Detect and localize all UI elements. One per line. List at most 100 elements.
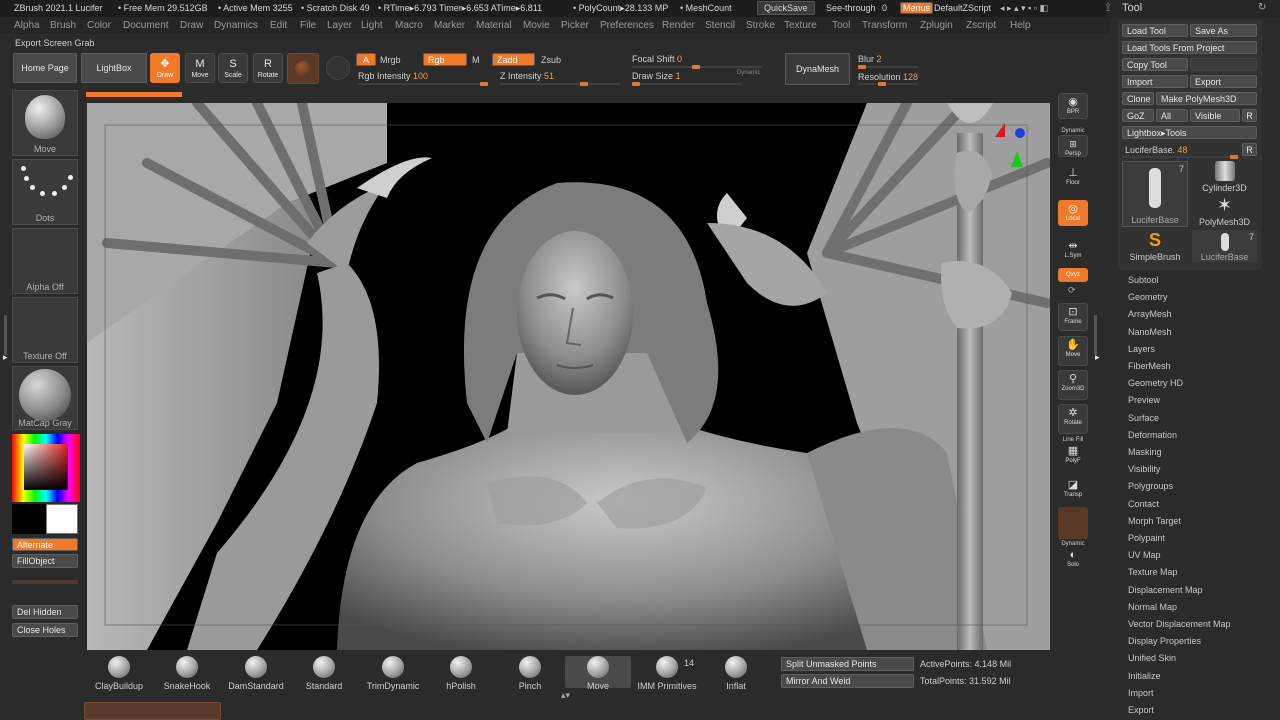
brush-hpolish[interactable]: hPolish xyxy=(426,656,496,691)
export-button[interactable]: Export xyxy=(1190,75,1257,88)
subpalette-fibermesh[interactable]: FiberMesh xyxy=(1128,361,1171,371)
subpalette-masking[interactable]: Masking xyxy=(1128,447,1162,457)
subpalette-polypaint[interactable]: Polypaint xyxy=(1128,533,1165,543)
polyf-button[interactable]: ▦ PolyF xyxy=(1058,443,1088,467)
brush-trimdynamic[interactable]: TrimDynamic xyxy=(358,656,428,691)
brush-snakehook[interactable]: SnakeHook xyxy=(152,656,222,691)
tool-r-button[interactable]: R xyxy=(1242,143,1257,156)
goz-button[interactable]: GoZ xyxy=(1122,109,1154,122)
close-holes-button[interactable]: Close Holes xyxy=(12,623,78,637)
load-tool-button[interactable]: Load Tool xyxy=(1122,24,1188,37)
brush-damstandard[interactable]: DamStandard xyxy=(221,656,291,691)
solo-button[interactable]: ◐ Solo xyxy=(1058,547,1088,571)
draw-mode-button[interactable]: ✥ Draw xyxy=(150,53,180,83)
ghost-button[interactable] xyxy=(1058,507,1088,539)
alternate-button[interactable]: Alternate xyxy=(12,538,78,551)
subpalette-visibility[interactable]: Visibility xyxy=(1128,464,1160,474)
subpalette-initialize[interactable]: Initialize xyxy=(1128,671,1161,681)
xyz-button[interactable]: Qxyz xyxy=(1058,268,1088,282)
mirror-and-weld-button[interactable]: Mirror And Weld xyxy=(781,674,914,688)
goz-all-button[interactable]: All xyxy=(1156,109,1188,122)
z-intensity-label[interactable]: Z Intensity 51 xyxy=(500,71,554,81)
mrgb-button[interactable]: Mrgb xyxy=(380,55,401,65)
tool-thumb-polymesh3d[interactable]: ✶ PolyMesh3D xyxy=(1192,196,1257,227)
menu-render[interactable]: Render xyxy=(662,20,695,31)
zadd-button[interactable]: Zadd xyxy=(492,53,535,66)
menu-help[interactable]: Help xyxy=(1010,20,1031,31)
dynamic-toggle[interactable]: Dynamic xyxy=(737,70,760,76)
clone-button[interactable]: Clone xyxy=(1122,92,1154,105)
load-tools-from-project-button[interactable]: Load Tools From Project xyxy=(1122,41,1257,54)
blur-slider[interactable] xyxy=(858,65,918,69)
lightbox-tools-button[interactable]: Lightbox▸Tools xyxy=(1122,126,1257,139)
menu-material[interactable]: Material xyxy=(476,20,512,31)
menu-picker[interactable]: Picker xyxy=(561,20,589,31)
make-polymesh3d-button[interactable]: Make PolyMesh3D xyxy=(1156,92,1257,105)
brush-inflat[interactable]: Inflat xyxy=(701,656,771,691)
palette-dock-icon[interactable]: ↻ xyxy=(1258,2,1266,13)
subpalette-unified-skin[interactable]: Unified Skin xyxy=(1128,653,1176,663)
see-through-label[interactable]: See-through xyxy=(826,3,876,13)
right-scrollbar[interactable] xyxy=(1094,315,1097,355)
menu-stroke[interactable]: Stroke xyxy=(746,20,775,31)
menu-document[interactable]: Document xyxy=(123,20,169,31)
menu-marker[interactable]: Marker xyxy=(434,20,465,31)
a-toggle[interactable]: A xyxy=(356,53,376,66)
subpalette-normal-map[interactable]: Normal Map xyxy=(1128,602,1177,612)
frame-button[interactable]: ⊡ Frame xyxy=(1058,303,1088,331)
goz-visible-button[interactable]: Visible xyxy=(1190,109,1240,122)
focal-shift-label[interactable]: Focal Shift 0 xyxy=(632,54,682,64)
rotate-mode-button[interactable]: R Rotate xyxy=(253,53,283,83)
goz-r-button[interactable]: R xyxy=(1242,109,1257,122)
menu-file[interactable]: File xyxy=(300,20,316,31)
menu-brush[interactable]: Brush xyxy=(50,20,76,31)
rotate-view-button[interactable]: ✲ Rotate xyxy=(1058,404,1088,434)
rotate-axis-icon[interactable]: ⟳ xyxy=(1068,285,1076,296)
subpalette-export[interactable]: Export xyxy=(1128,705,1154,715)
resolution-label[interactable]: Resolution 128 xyxy=(858,72,918,82)
menu-zplugin[interactable]: Zplugin xyxy=(920,20,953,31)
fillobject-button[interactable]: FillObject xyxy=(12,554,78,568)
subpalette-uv-map[interactable]: UV Map xyxy=(1128,550,1161,560)
sculpt-render[interactable] xyxy=(87,103,1050,650)
menu-transform[interactable]: Transform xyxy=(862,20,907,31)
brush-move[interactable]: Move xyxy=(563,656,633,691)
subpalette-geometry-hd[interactable]: Geometry HD xyxy=(1128,378,1183,388)
subpalette-layers[interactable]: Layers xyxy=(1128,344,1155,354)
subpalette-texture-map[interactable]: Texture Map xyxy=(1128,567,1178,577)
del-hidden-button[interactable]: Del Hidden xyxy=(12,605,78,619)
current-tool-slider-track[interactable] xyxy=(1122,155,1240,159)
subpalette-preview[interactable]: Preview xyxy=(1128,395,1160,405)
import-button[interactable]: Import xyxy=(1122,75,1188,88)
subpalette-polygroups[interactable]: Polygroups xyxy=(1128,481,1173,491)
z-intensity-slider[interactable] xyxy=(500,82,620,86)
save-as-button[interactable]: Save As xyxy=(1190,24,1257,37)
alpha-slot[interactable]: Alpha Off xyxy=(12,228,78,294)
export-screen-grab[interactable]: Export Screen Grab xyxy=(15,38,95,48)
zoom3d-button[interactable]: ⚲ Zoom3D xyxy=(1058,370,1088,400)
rgb-intensity-label[interactable]: Rgb Intensity 100 xyxy=(358,71,428,81)
draw-size-slider[interactable] xyxy=(632,82,742,86)
tool-thumb-simplebrush[interactable]: S SimpleBrush xyxy=(1122,230,1188,262)
menu-layer[interactable]: Layer xyxy=(327,20,352,31)
scale-mode-button[interactable]: S Scale xyxy=(218,53,248,83)
current-tool-slider[interactable]: LuciferBase. 48 xyxy=(1125,145,1188,155)
gizmo-icon[interactable] xyxy=(326,56,350,80)
menu-macro[interactable]: Macro xyxy=(395,20,423,31)
menu-zscript[interactable]: Zscript xyxy=(966,20,996,31)
subpalette-contact[interactable]: Contact xyxy=(1128,499,1159,509)
menu-light[interactable]: Light xyxy=(361,20,383,31)
tool-pin-icon[interactable]: ⟟ xyxy=(1106,2,1110,15)
menu-texture[interactable]: Texture xyxy=(784,20,817,31)
color-picker[interactable] xyxy=(12,434,80,502)
zsub-button[interactable]: Zsub xyxy=(541,55,561,65)
subpalette-vector-displacement-map[interactable]: Vector Displacement Map xyxy=(1128,619,1231,629)
rgb-button[interactable]: Rgb xyxy=(423,53,467,66)
menus-button[interactable]: Menus xyxy=(900,2,934,14)
focal-shift-slider[interactable] xyxy=(632,65,762,69)
material-slot[interactable]: MatCap Gray xyxy=(12,366,78,430)
floor-button[interactable]: ⊥ Floor xyxy=(1058,165,1088,191)
blur-label[interactable]: Blur 2 xyxy=(858,54,882,64)
subpalette-deformation[interactable]: Deformation xyxy=(1128,430,1177,440)
secondary-color-swatch[interactable] xyxy=(12,504,46,534)
